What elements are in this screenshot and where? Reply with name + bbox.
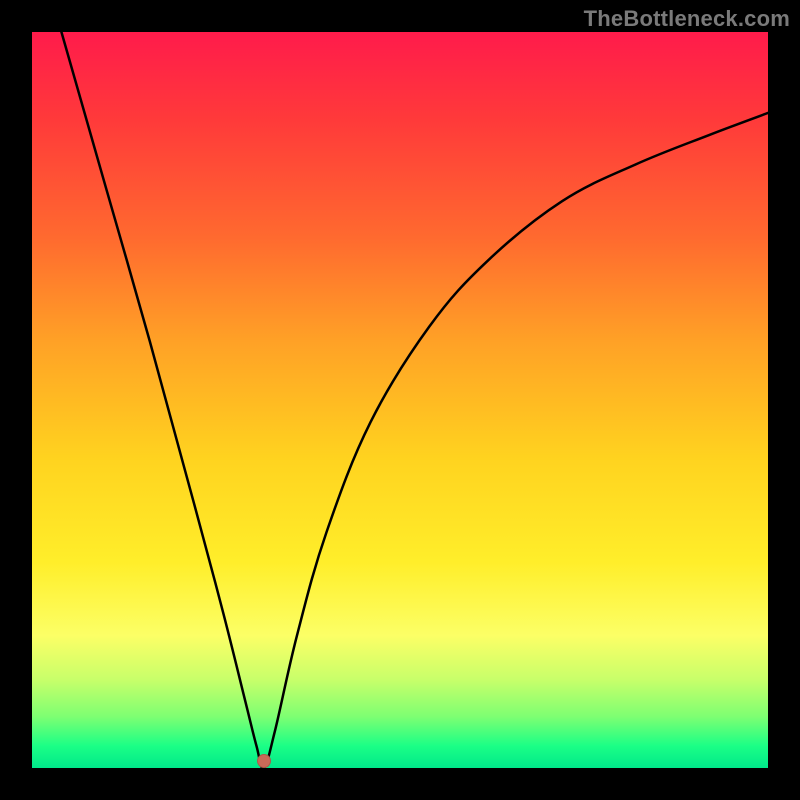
bottleneck-curve [32,32,768,768]
watermark-text: TheBottleneck.com [584,6,790,32]
plot-area [32,32,768,768]
balance-point-dot [257,754,271,768]
chart-frame: TheBottleneck.com [0,0,800,800]
